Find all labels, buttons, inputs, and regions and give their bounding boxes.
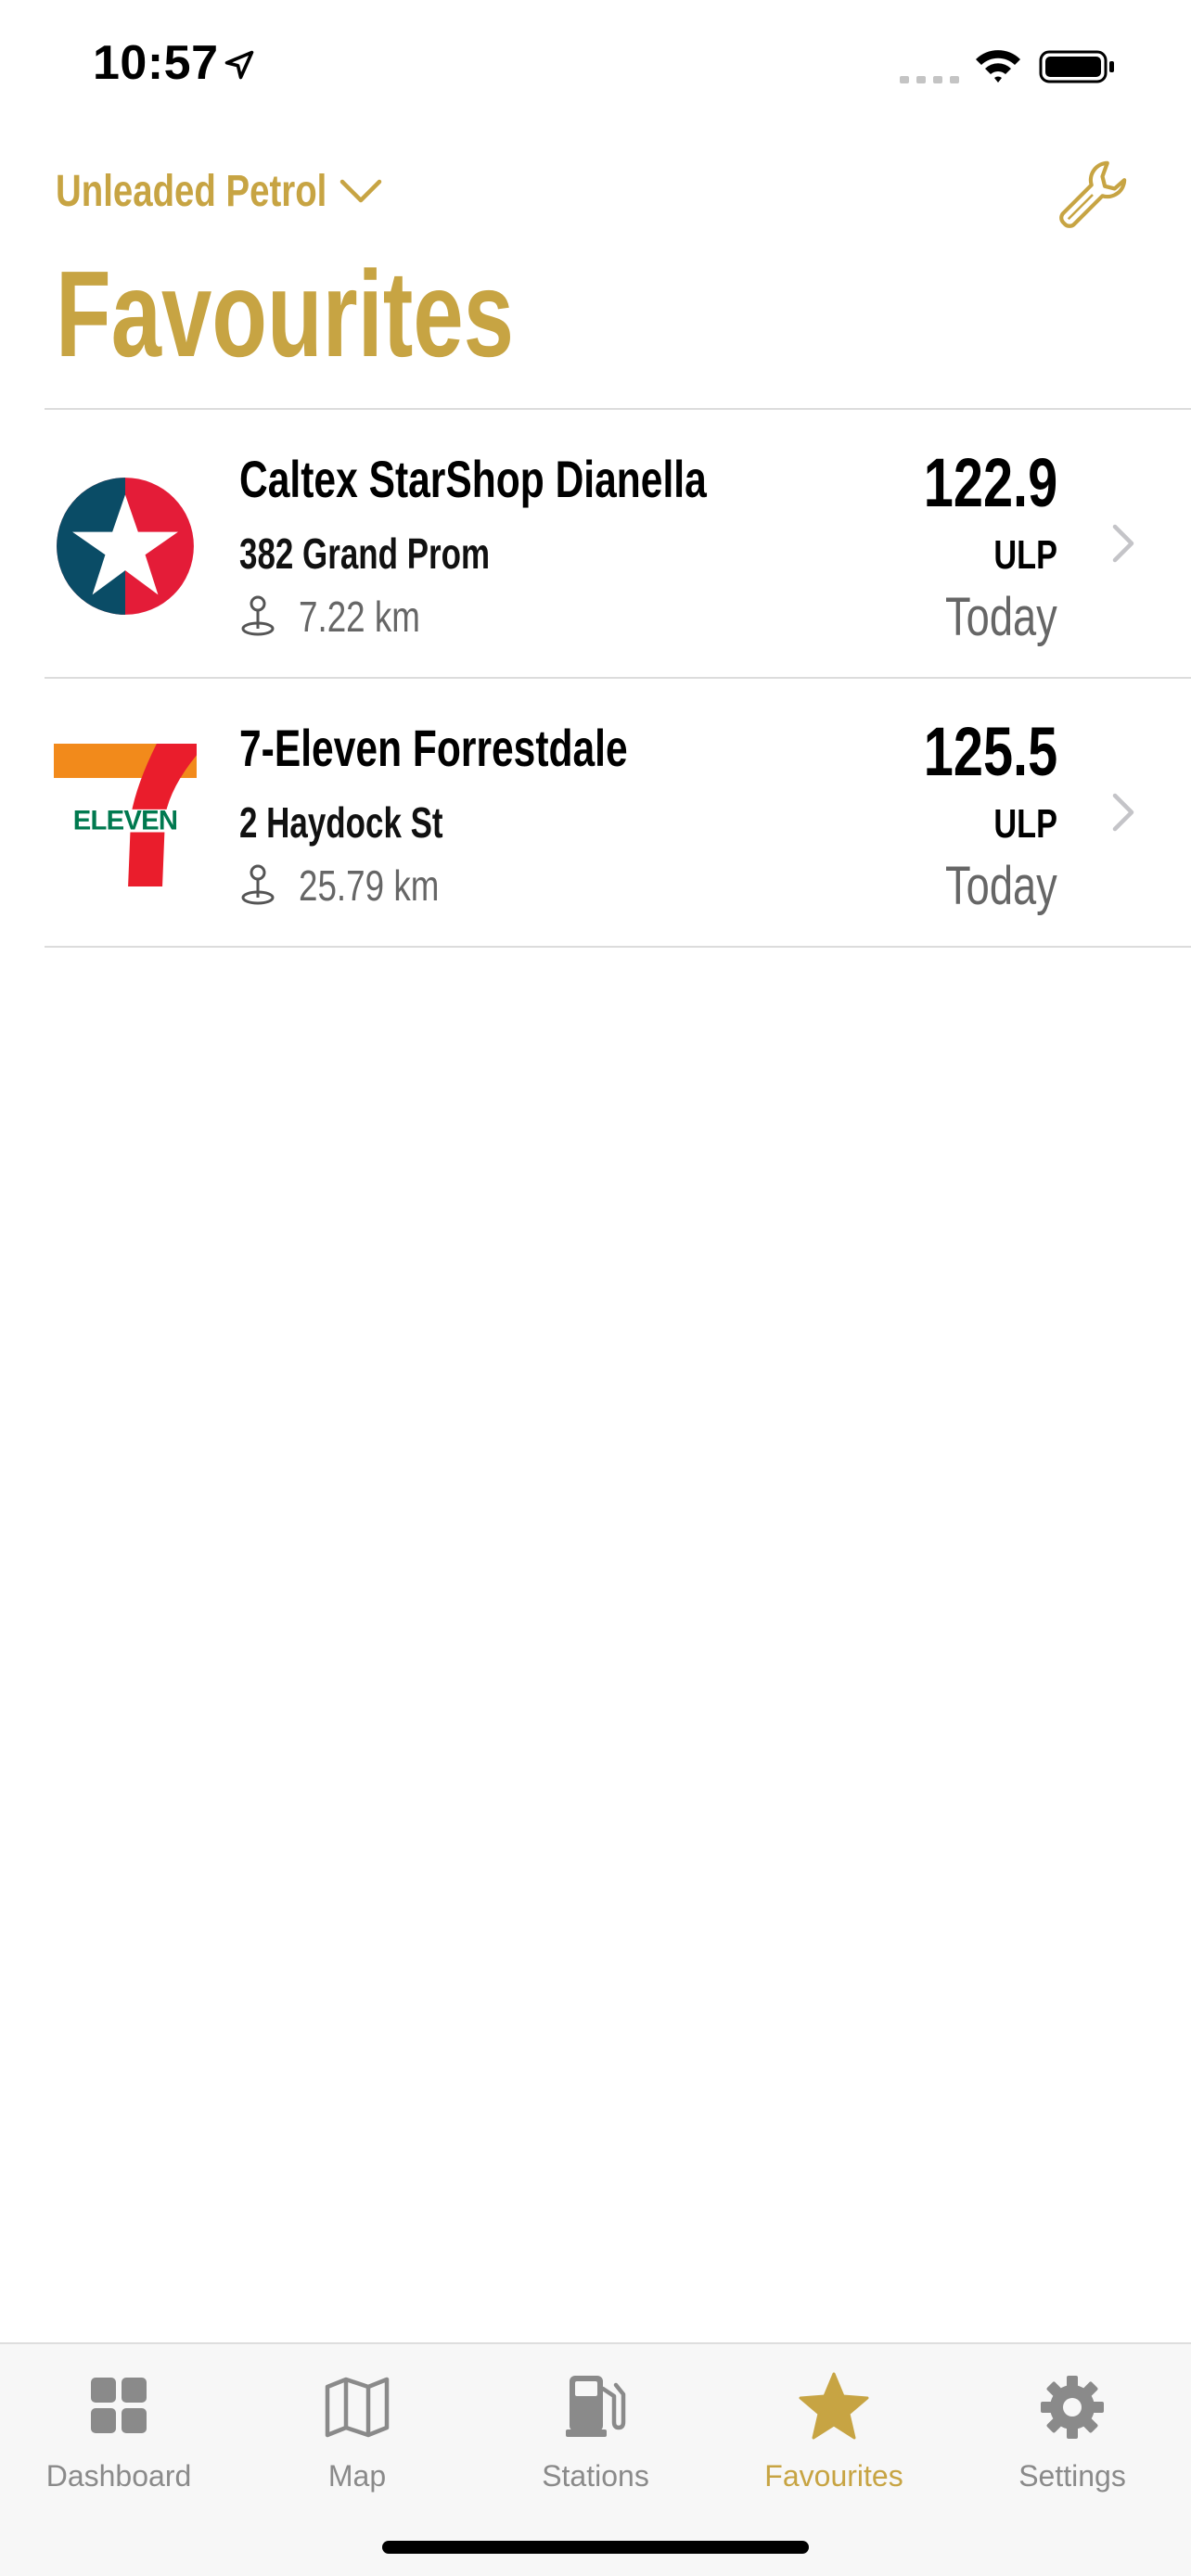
cellular-signal-icon	[900, 76, 959, 83]
svg-text:ELEVEN: ELEVEN	[73, 806, 177, 835]
station-distance: 7.22 km	[299, 593, 420, 641]
wrench-icon	[1059, 160, 1127, 228]
star-icon	[799, 2372, 869, 2440]
status-time: 10:57	[93, 36, 219, 90]
tab-map[interactable]: Map	[238, 2344, 476, 2502]
chevron-down-icon	[339, 179, 382, 203]
grid-icon	[91, 2378, 147, 2433]
tab-settings[interactable]: Settings	[954, 2344, 1191, 2502]
tab-label: Dashboard	[45, 2459, 192, 2493]
fuel-price: 125.5	[923, 713, 1057, 790]
fuel-type-label: Unleaded Petrol	[56, 166, 327, 216]
station-name: Caltex StarShop Dianella	[239, 450, 707, 508]
location-pin-icon	[241, 864, 275, 905]
battery-icon	[1039, 50, 1114, 83]
wifi-icon	[976, 50, 1020, 83]
7eleven-logo: ELEVEN	[54, 744, 197, 886]
station-distance: 25.79 km	[299, 861, 440, 910]
station-row[interactable]: Caltex StarShop Dianella 382 Grand Prom …	[0, 410, 1191, 677]
fuel-pump-icon	[566, 2376, 626, 2437]
station-name: 7-Eleven Forrestdale	[239, 719, 628, 777]
tab-label: Stations	[542, 2459, 649, 2493]
location-arrow-icon	[224, 50, 254, 80]
tab-label: Map	[327, 2459, 387, 2493]
fuel-code: ULP	[993, 801, 1057, 847]
chevron-right-icon	[1112, 793, 1134, 832]
price-date: Today	[945, 856, 1057, 916]
station-address: 2 Haydock St	[239, 798, 443, 847]
tab-label: Favourites	[764, 2459, 903, 2493]
tab-label: Settings	[1018, 2459, 1126, 2493]
station-row[interactable]: ELEVEN 7-Eleven Forrestdale 2 Haydock St…	[0, 679, 1191, 946]
price-date: Today	[945, 587, 1057, 647]
list-divider	[45, 946, 1191, 948]
map-icon	[325, 2377, 390, 2438]
wrench-button[interactable]	[1048, 150, 1137, 239]
home-indicator[interactable]	[382, 2541, 809, 2554]
gear-icon	[1041, 2376, 1104, 2439]
tab-dashboard[interactable]: Dashboard	[0, 2344, 237, 2502]
caltex-logo	[57, 478, 194, 615]
tab-favourites[interactable]: Favourites	[715, 2344, 953, 2502]
location-pin-icon	[241, 595, 275, 636]
station-address: 382 Grand Prom	[239, 529, 491, 578]
status-bar: 10:57	[0, 0, 1191, 130]
fuel-type-selector[interactable]: Unleaded Petrol	[56, 158, 394, 224]
page-title: Favourites	[56, 246, 514, 382]
fuel-code: ULP	[993, 532, 1057, 578]
fuel-price: 122.9	[923, 444, 1057, 521]
chevron-right-icon	[1112, 524, 1134, 563]
tab-stations[interactable]: Stations	[477, 2344, 714, 2502]
